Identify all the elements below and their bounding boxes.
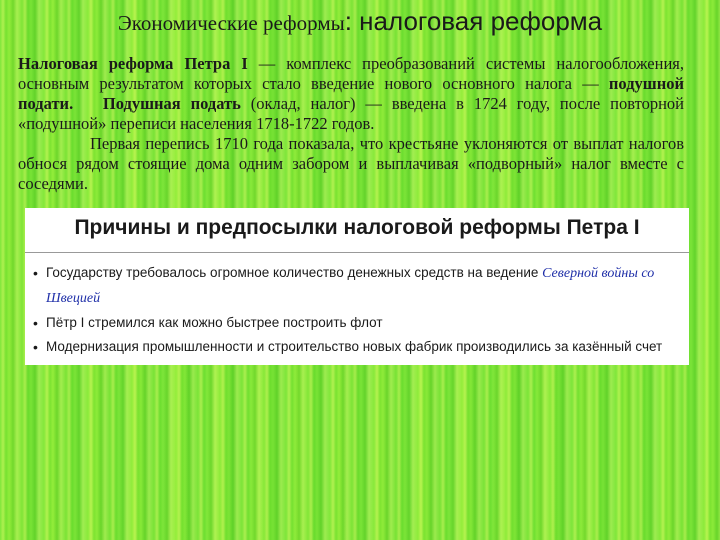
- list-item-text: Модернизация промышленности и строительс…: [46, 339, 663, 354]
- paragraph-1-bold-start: Налоговая реформа Петра I: [18, 54, 248, 73]
- paragraph-1-bold-mid-2: Подушная подать: [102, 94, 241, 113]
- page-title: Экономические реформы: налоговая реформа: [0, 6, 720, 37]
- list-item: Пётр I стремился как можно быстрее постр…: [33, 311, 689, 335]
- reasons-card: Причины и предпосылки налоговой реформы …: [25, 208, 689, 365]
- reasons-list: Государству требовалось огромное количес…: [25, 261, 689, 359]
- paragraph-1-gap: [73, 94, 103, 113]
- card-divider: [25, 252, 689, 253]
- paragraph-1: Налоговая реформа Петра I — комплекс пре…: [18, 54, 684, 134]
- card-title: Причины и предпосылки налоговой реформы …: [74, 216, 640, 239]
- list-item-text: Государству требовалось огромное количес…: [46, 265, 543, 280]
- body-text: Налоговая реформа Петра I — комплекс пре…: [18, 54, 684, 194]
- list-item: Модернизация промышленности и строительс…: [33, 335, 689, 359]
- title-part-2: : налоговая реформа: [344, 6, 603, 36]
- title-part-1: Экономические реформы: [117, 11, 345, 35]
- list-item-text: Пётр I стремился как можно быстрее постр…: [46, 315, 383, 330]
- list-item: Государству требовалось огромное количес…: [33, 261, 689, 311]
- paragraph-2: Первая перепись 1710 года показала, что …: [18, 134, 684, 193]
